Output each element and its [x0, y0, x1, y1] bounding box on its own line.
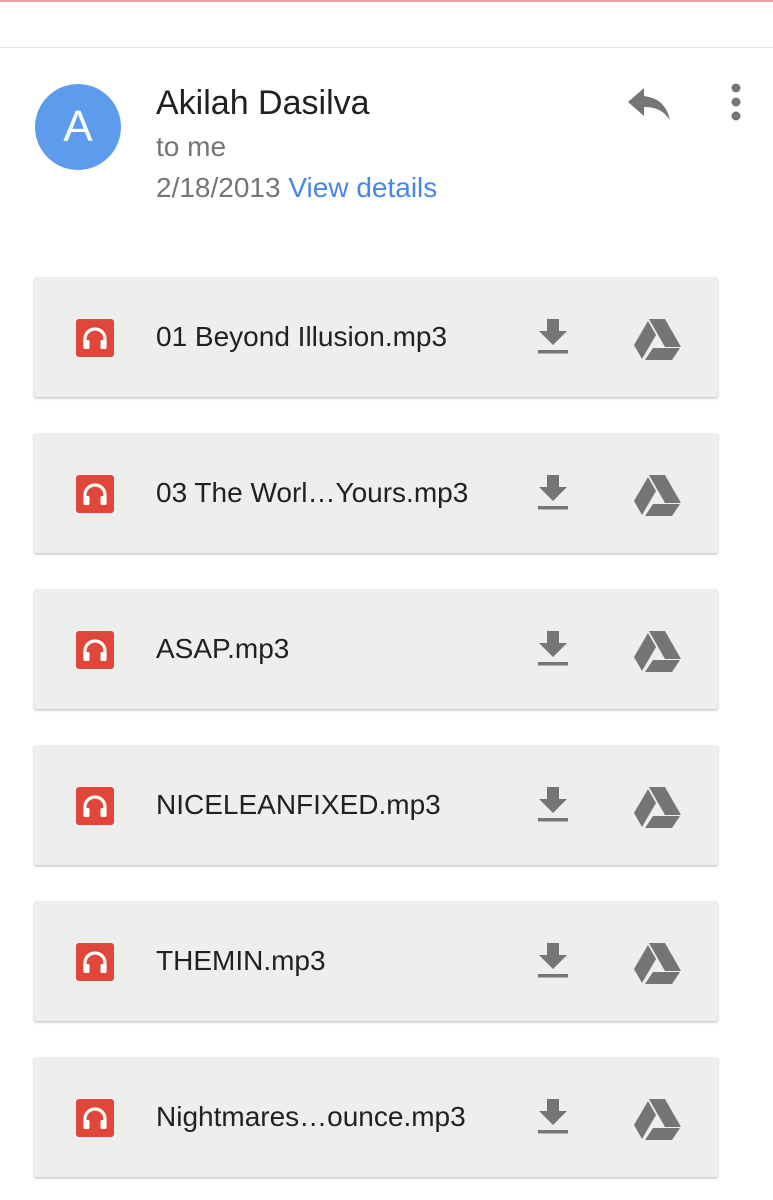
attachment-card[interactable]: NICELEANFIXED.mp3	[34, 745, 718, 865]
save-to-drive-button[interactable]	[632, 317, 682, 361]
more-options-button[interactable]	[722, 80, 750, 124]
attachment-file-name: ASAP.mp3	[156, 633, 290, 664]
download-button[interactable]	[534, 473, 572, 513]
top-accent-line	[0, 0, 773, 2]
headphones-icon	[76, 943, 114, 981]
attachment-card[interactable]: ASAP.mp3	[34, 589, 718, 709]
google-drive-icon	[634, 475, 681, 516]
more-vert-icon	[731, 83, 741, 121]
download-button[interactable]	[534, 785, 572, 825]
attachment-card[interactable]: 01 Beyond Illusion.mp3	[34, 277, 718, 397]
save-to-drive-button[interactable]	[632, 629, 682, 673]
reply-button[interactable]	[624, 80, 674, 126]
avatar[interactable]: A	[35, 84, 121, 170]
reply-icon	[628, 88, 670, 120]
attachment-file-name: NICELEANFIXED.mp3	[156, 789, 441, 820]
save-to-drive-button[interactable]	[632, 941, 682, 985]
download-button[interactable]	[534, 1097, 572, 1137]
message-date: 2/18/2013	[156, 172, 281, 203]
google-drive-icon	[634, 787, 681, 828]
headphones-icon	[76, 787, 114, 825]
save-to-drive-button[interactable]	[632, 1097, 682, 1141]
save-to-drive-button[interactable]	[632, 473, 682, 517]
download-icon	[538, 1099, 568, 1134]
headphones-icon	[76, 319, 114, 357]
attachment-file-name: Nightmares…ounce.mp3	[156, 1101, 466, 1132]
download-icon	[538, 943, 568, 978]
google-drive-icon	[634, 631, 681, 672]
attachment-file-name: 01 Beyond Illusion.mp3	[156, 321, 448, 352]
attachment-card[interactable]: THEMIN.mp3	[34, 901, 718, 1021]
date-line: 2/18/2013 View details	[156, 172, 437, 204]
google-drive-icon	[634, 319, 681, 360]
save-to-drive-button[interactable]	[632, 785, 682, 829]
google-drive-icon	[634, 1099, 681, 1140]
headphones-icon	[76, 1099, 114, 1137]
attachment-card[interactable]: 03 The Worl…Yours.mp3	[34, 433, 718, 553]
google-drive-icon	[634, 943, 681, 984]
attachment-file-name: THEMIN.mp3	[156, 945, 326, 976]
attachment-file-name: 03 The Worl…Yours.mp3	[156, 477, 469, 508]
recipient-label: to me	[156, 131, 227, 162]
download-icon	[538, 631, 568, 666]
download-button[interactable]	[534, 941, 572, 981]
attachment-card[interactable]: Nightmares…ounce.mp3	[34, 1057, 718, 1177]
headphones-icon	[76, 631, 114, 669]
download-button[interactable]	[534, 317, 572, 357]
headphones-icon	[76, 475, 114, 513]
sender-name: Akilah Dasilva	[156, 84, 370, 122]
download-icon	[538, 787, 568, 822]
download-icon	[538, 319, 568, 354]
view-details-link[interactable]: View details	[288, 172, 437, 203]
download-icon	[538, 475, 568, 510]
download-button[interactable]	[534, 629, 572, 669]
top-divider	[0, 47, 773, 48]
